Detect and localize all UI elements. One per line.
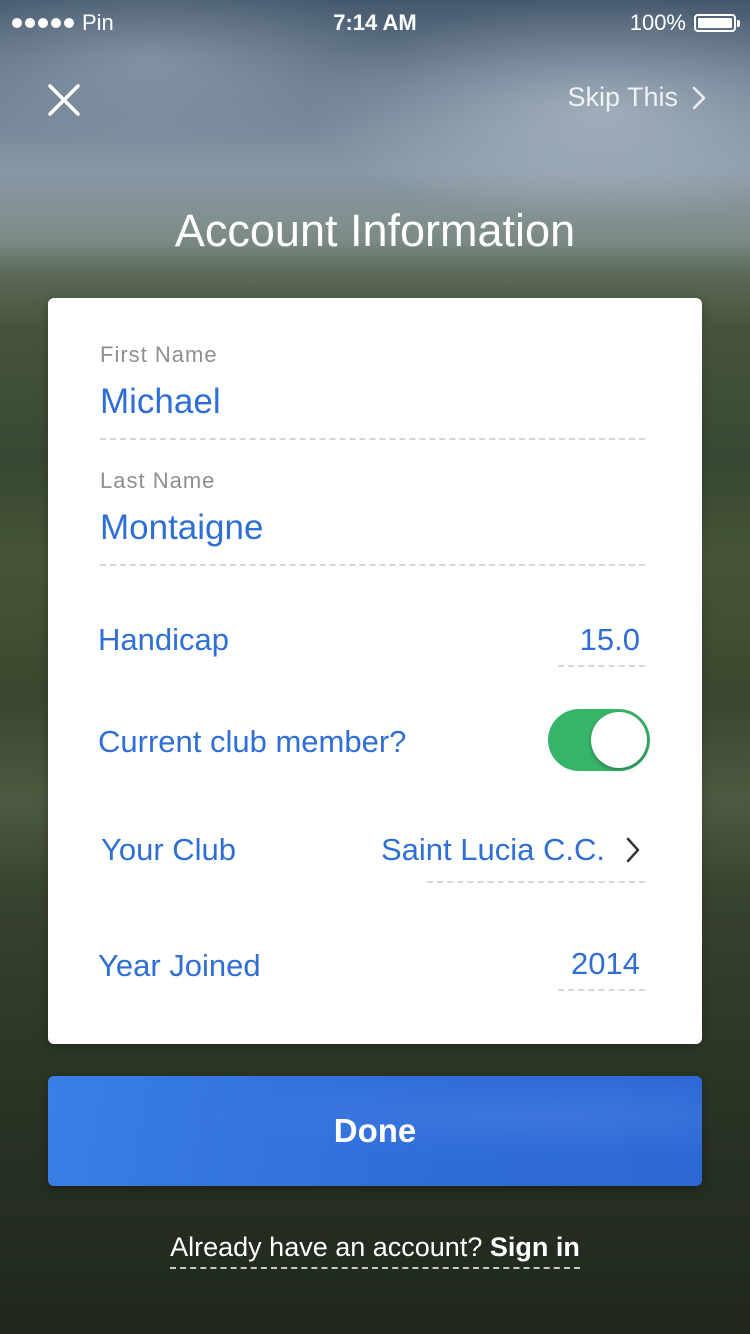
handicap-underline <box>558 665 645 667</box>
handicap-input[interactable]: 15.0 <box>580 622 640 658</box>
skip-button[interactable]: Skip This <box>567 82 706 113</box>
first-name-label: First Name <box>100 342 218 367</box>
first-name-underline <box>100 438 645 440</box>
last-name-underline <box>100 564 645 566</box>
year-joined-underline <box>558 989 645 991</box>
club-member-label: Current club member? <box>98 724 407 759</box>
signin-question: Already have an account? <box>170 1232 483 1262</box>
year-joined-label: Year Joined <box>98 948 261 983</box>
toggle-knob <box>591 712 647 768</box>
account-form-card: First Name Michael Last Name Montaigne H… <box>48 298 702 1044</box>
page-title: Account Information <box>174 205 576 256</box>
done-button[interactable]: Done <box>48 1076 702 1186</box>
your-club-label: Your Club <box>101 832 237 867</box>
chevron-right-icon[interactable] <box>625 836 641 864</box>
battery-percent: 100% <box>629 10 686 35</box>
signin-prompt: Already have an account? Sign in <box>0 1232 750 1269</box>
club-underline <box>427 881 645 883</box>
close-icon <box>48 84 80 116</box>
skip-label: Skip This <box>567 82 678 112</box>
close-button[interactable] <box>40 78 88 122</box>
battery-icon <box>694 14 740 32</box>
last-name-field[interactable]: Montaigne <box>100 508 263 548</box>
last-name-label: Last Name <box>100 468 216 493</box>
first-name-field[interactable]: Michael <box>100 382 221 422</box>
signin-link[interactable]: Already have an account? Sign in <box>170 1232 580 1269</box>
year-joined-input[interactable]: 2014 <box>571 946 640 982</box>
signin-link-label: Sign in <box>489 1232 580 1262</box>
club-member-toggle[interactable] <box>548 709 650 771</box>
handicap-label: Handicap <box>98 622 229 657</box>
status-right: 100% <box>629 10 740 36</box>
done-label: Done <box>333 1112 417 1149</box>
chevron-right-icon <box>692 86 706 109</box>
club-select[interactable]: Saint Lucia C.C. <box>381 832 605 868</box>
status-bar: Pin 7:14 AM 100% <box>0 0 750 44</box>
